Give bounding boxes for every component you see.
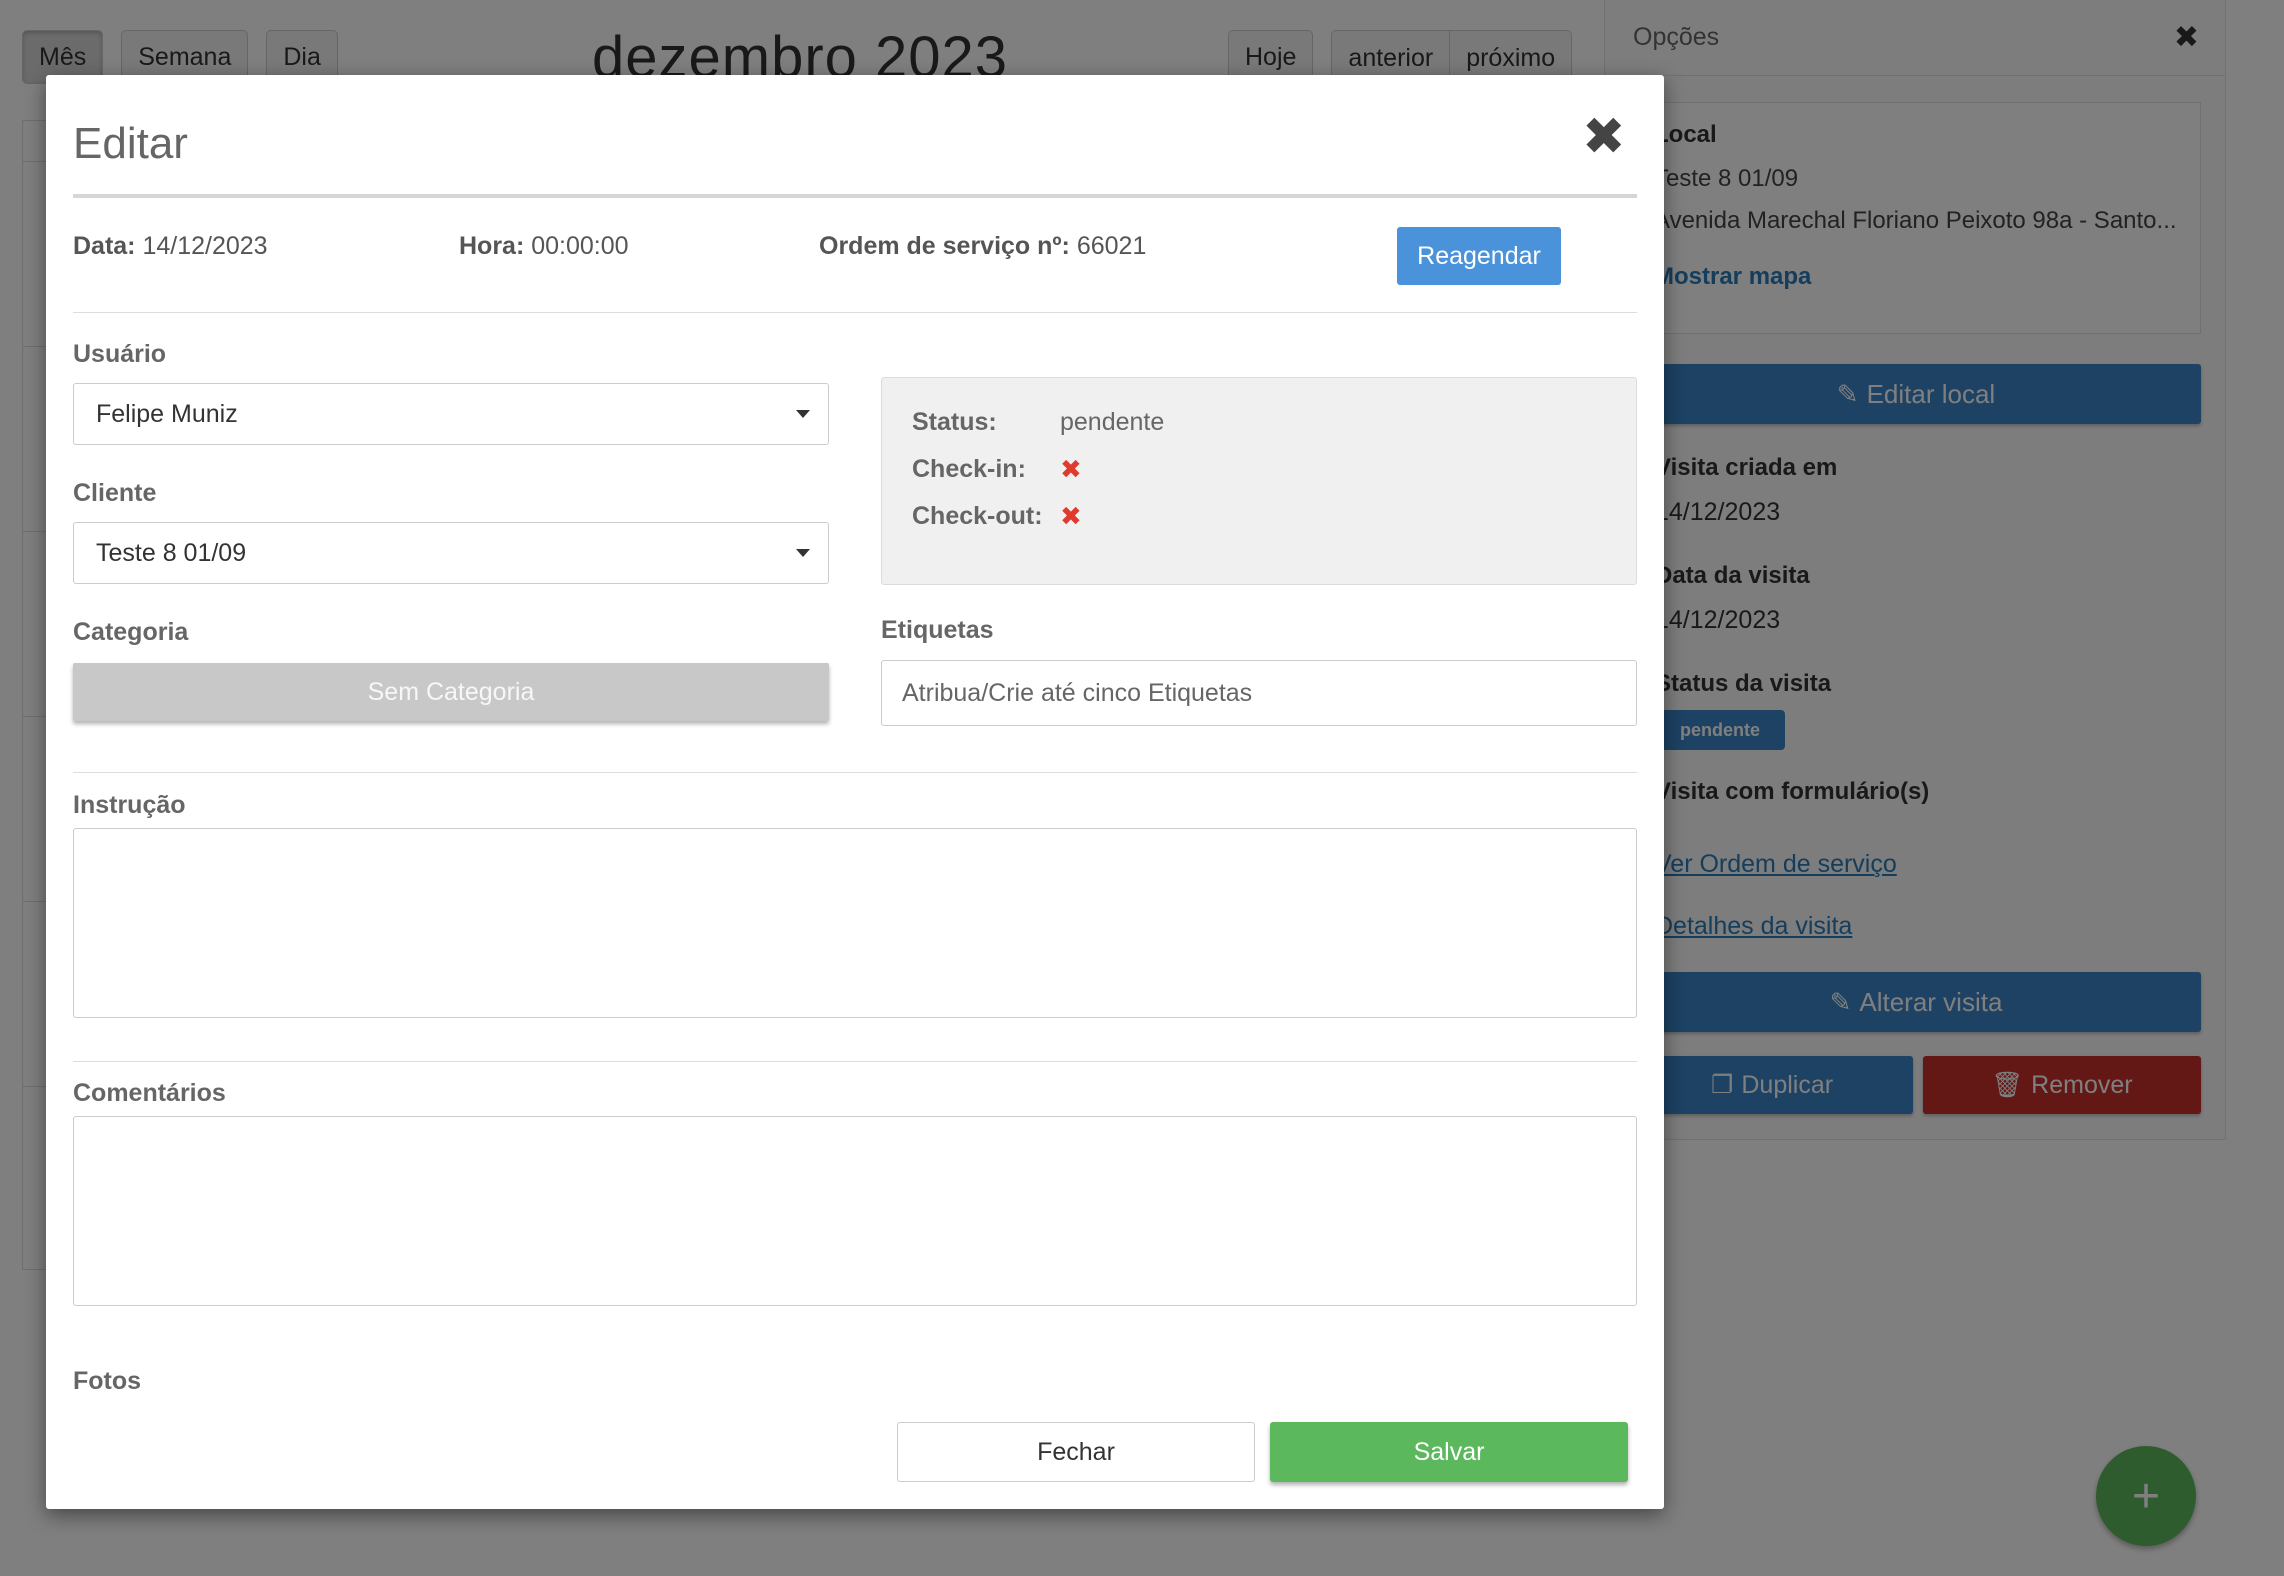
tags-input[interactable] [881, 660, 1637, 726]
modal-title: Editar [73, 119, 188, 168]
title-divider [73, 194, 1637, 198]
date-label: Data: [73, 232, 136, 260]
time-info: Hora: 00:00:00 [459, 232, 629, 261]
instruction-textarea[interactable] [73, 828, 1637, 1018]
save-button[interactable]: Salvar [1270, 1422, 1628, 1482]
comments-label: Comentários [73, 1079, 226, 1107]
close-button[interactable]: Fechar [897, 1422, 1255, 1482]
caret-down-icon [796, 549, 810, 557]
client-select-value: Teste 8 01/09 [96, 538, 247, 567]
time-label: Hora: [459, 232, 525, 260]
user-select[interactable]: Felipe Muniz [73, 383, 829, 445]
date-value: 14/12/2023 [142, 232, 268, 260]
status-value: pendente [1060, 408, 1165, 436]
instruction-label: Instrução [73, 791, 186, 819]
edit-visit-modal: Editar ✖ Data: 14/12/2023 Hora: 00:00:00… [46, 75, 1664, 1509]
status-label: Status: [912, 408, 997, 436]
reschedule-button[interactable]: Reagendar [1397, 227, 1561, 285]
date-info: Data: 14/12/2023 [73, 232, 268, 261]
order-label: Ordem de serviço nº: [819, 232, 1070, 260]
caret-down-icon [796, 410, 810, 418]
photos-label: Fotos [73, 1367, 142, 1395]
client-label: Cliente [73, 479, 157, 507]
close-icon[interactable]: ✖ [1582, 111, 1626, 163]
user-select-value: Felipe Muniz [96, 399, 238, 428]
client-select[interactable]: Teste 8 01/09 [73, 522, 829, 584]
category-label: Categoria [73, 618, 189, 646]
divider [73, 1061, 1637, 1062]
user-label: Usuário [73, 340, 167, 368]
checkin-label: Check-in: [912, 455, 1026, 483]
category-button[interactable]: Sem Categoria [73, 663, 829, 721]
order-info: Ordem de serviço nº: 66021 [819, 232, 1146, 261]
status-box: Status: pendente Check-in: ✖ Check-out: … [881, 377, 1637, 585]
checkin-cross-icon: ✖ [1060, 454, 1082, 484]
checkout-label: Check-out: [912, 502, 1043, 530]
divider [73, 772, 1637, 773]
tags-label: Etiquetas [881, 616, 994, 644]
divider [73, 312, 1637, 313]
checkout-cross-icon: ✖ [1060, 501, 1082, 531]
comments-textarea[interactable] [73, 1116, 1637, 1306]
order-value: 66021 [1076, 232, 1147, 260]
time-value: 00:00:00 [531, 232, 629, 260]
